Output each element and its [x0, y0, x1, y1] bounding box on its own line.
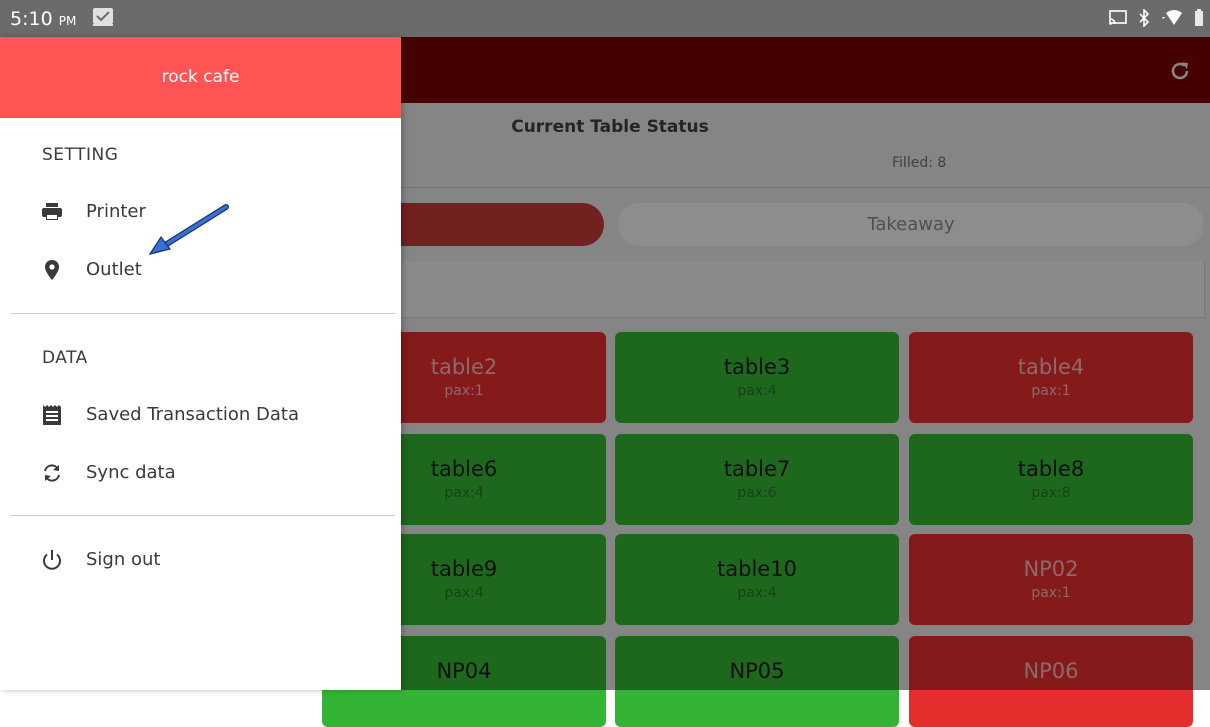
annotation-arrow-icon: [148, 204, 229, 255]
drawer-item-signout[interactable]: Sign out: [0, 535, 401, 585]
drawer-header: rock cafe: [0, 37, 401, 118]
check-notification-icon: [93, 8, 113, 26]
wifi-icon: [1162, 10, 1182, 25]
status-icons: [1108, 9, 1204, 27]
drawer-item-saved-transaction[interactable]: Saved Transaction Data: [0, 390, 401, 440]
data-section-title: DATA: [42, 348, 88, 368]
drawer-item-label: Printer: [86, 201, 146, 222]
system-status-bar: 5:10 PM: [0, 0, 1210, 37]
location-pin-icon: [45, 260, 59, 280]
status-time: 5:10 PM: [10, 8, 77, 30]
power-icon: [43, 550, 61, 570]
battery-icon: [1195, 9, 1203, 26]
sync-icon: [44, 464, 60, 482]
drawer-item-label: Sign out: [86, 549, 161, 570]
navigation-drawer: rock cafe SETTING Printer Outlet DATA Sa…: [0, 37, 401, 690]
bluetooth-icon: [1139, 9, 1150, 27]
cast-icon: [1109, 10, 1127, 25]
drawer-item-label: Sync data: [86, 462, 176, 483]
drawer-divider: [10, 515, 395, 516]
receipt-list-icon: [43, 405, 61, 425]
drawer-divider: [10, 313, 395, 314]
drawer-item-label: Outlet: [86, 259, 142, 280]
setting-section-title: SETTING: [42, 145, 119, 165]
drawer-item-label: Saved Transaction Data: [86, 404, 300, 425]
printer-icon: [42, 203, 62, 220]
drawer-item-sync[interactable]: Sync data: [0, 448, 401, 498]
